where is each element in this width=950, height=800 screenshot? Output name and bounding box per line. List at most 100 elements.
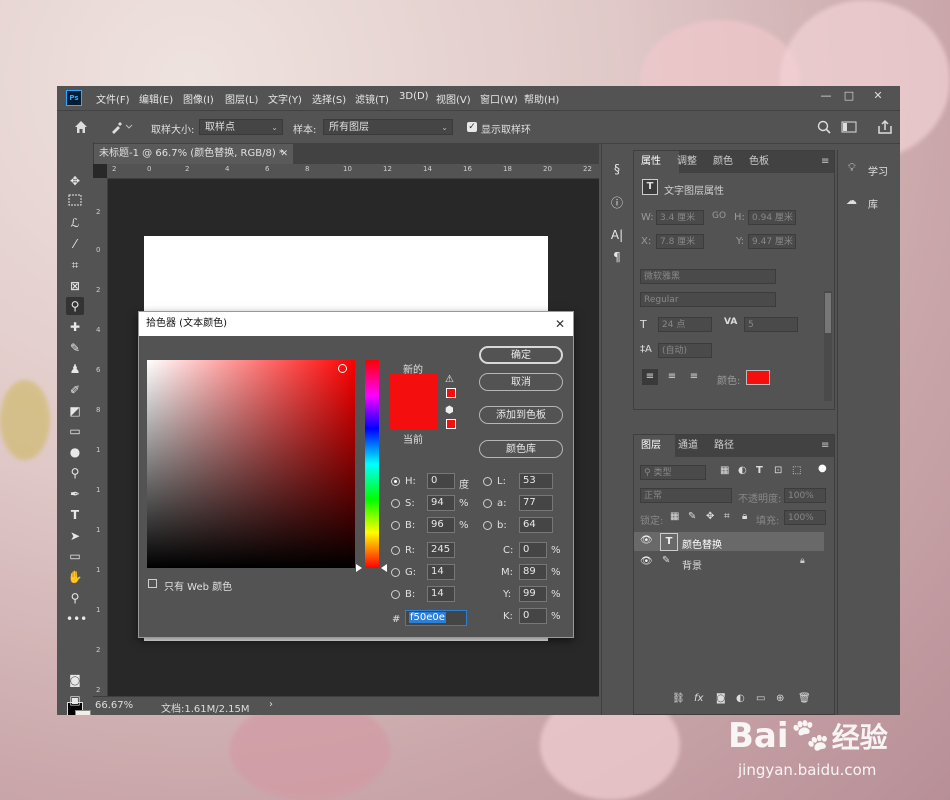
r-radio[interactable] bbox=[391, 546, 400, 555]
maximize-button[interactable]: □ bbox=[838, 88, 860, 104]
c-input[interactable]: 0 bbox=[519, 542, 547, 558]
l-radio[interactable] bbox=[483, 477, 492, 486]
fill-input[interactable]: 100% bbox=[784, 510, 826, 525]
y-input[interactable]: 99 bbox=[519, 586, 547, 602]
brush-tool-icon[interactable]: ✎ bbox=[66, 339, 84, 357]
lock-artboard-icon[interactable]: ⌗ bbox=[724, 511, 730, 522]
align-center-icon[interactable]: ≡ bbox=[664, 369, 680, 385]
minimize-button[interactable]: — bbox=[815, 88, 837, 104]
web-safe-cube-icon[interactable]: ⬢ bbox=[445, 405, 454, 416]
eye-icon[interactable]: 👁︎ bbox=[640, 556, 653, 567]
crop-tool-icon[interactable]: ⌗ bbox=[66, 256, 84, 274]
menu-window[interactable]: 窗口(W) bbox=[480, 91, 518, 106]
group-icon[interactable]: ▭ bbox=[756, 693, 765, 704]
filter-shape-icon[interactable]: ⊡ bbox=[774, 465, 782, 476]
menu-view[interactable]: 视图(V) bbox=[436, 91, 471, 106]
filter-image-icon[interactable]: ▦ bbox=[720, 465, 729, 476]
gamut-warning-swatch[interactable] bbox=[446, 388, 456, 398]
eyedropper-tool-icon[interactable]: ⚲ bbox=[66, 297, 84, 315]
background-color-swatch[interactable] bbox=[75, 710, 91, 715]
lock-pixels-icon[interactable]: ▦ bbox=[670, 511, 679, 522]
y-input[interactable]: 9.47 厘米 bbox=[748, 234, 796, 249]
layer-row[interactable]: 👁︎ ✎ 背景 🔒︎ bbox=[634, 553, 824, 572]
lock-paint-icon[interactable]: ✎ bbox=[688, 511, 696, 522]
opacity-input[interactable]: 100% bbox=[784, 488, 826, 503]
dodge-tool-icon[interactable]: ⚲ bbox=[66, 464, 84, 482]
blur-tool-icon[interactable]: ● bbox=[66, 443, 84, 461]
gradient-tool-icon[interactable]: ▭ bbox=[66, 422, 84, 440]
layer-filter-dropdown[interactable]: ⚲ 类型 bbox=[640, 465, 706, 480]
path-selection-tool-icon[interactable]: ➤ bbox=[66, 527, 84, 545]
close-dialog-icon[interactable]: ✕ bbox=[555, 312, 565, 336]
info-icon[interactable]: ⓘ bbox=[608, 194, 626, 212]
paragraph-icon[interactable]: ¶ bbox=[608, 248, 626, 266]
tab-properties[interactable]: 属性 bbox=[634, 151, 679, 173]
pen-tool-icon[interactable]: ✒ bbox=[66, 485, 84, 503]
align-right-icon[interactable]: ≡ bbox=[686, 369, 702, 385]
menu-select[interactable]: 选择(S) bbox=[312, 91, 346, 106]
document-tab[interactable]: 未标题-1 @ 66.7% (颜色替换, RGB/8) * ✕ bbox=[93, 144, 293, 164]
g-input[interactable]: 14 bbox=[427, 564, 455, 580]
close-window-button[interactable]: ✕ bbox=[867, 88, 889, 104]
tracking-input[interactable]: 5 bbox=[744, 317, 798, 332]
tab-layers[interactable]: 图层 bbox=[634, 435, 675, 457]
fx-icon[interactable]: fx bbox=[694, 693, 703, 704]
tab-paths[interactable]: 路径 bbox=[714, 435, 734, 457]
hue-slider-handle-left[interactable] bbox=[356, 564, 362, 572]
ok-button[interactable]: 确定 bbox=[479, 346, 563, 364]
color-libraries-button[interactable]: 颜色库 bbox=[479, 440, 563, 458]
brightness-radio[interactable] bbox=[391, 521, 400, 530]
cancel-button[interactable]: 取消 bbox=[479, 373, 563, 391]
character-style-icon[interactable]: § bbox=[608, 160, 626, 178]
close-tab-icon[interactable]: ✕ bbox=[280, 144, 288, 164]
zoom-tool-icon[interactable]: ⚲ bbox=[66, 589, 84, 607]
zoom-level[interactable]: 66.67% bbox=[95, 700, 133, 711]
library-button[interactable]: ☁ 库 bbox=[838, 188, 898, 214]
saturation-brightness-field[interactable] bbox=[147, 360, 355, 568]
lock-all-icon[interactable]: 🔒︎ bbox=[742, 511, 747, 522]
hand-tool-icon[interactable]: ✋ bbox=[66, 568, 84, 586]
h-radio[interactable] bbox=[391, 477, 400, 486]
delete-layer-icon[interactable]: 🗑︎ bbox=[798, 693, 811, 704]
b-radio[interactable] bbox=[391, 590, 400, 599]
h-input[interactable]: 0 bbox=[427, 473, 455, 489]
text-color-swatch[interactable] bbox=[746, 370, 770, 385]
hex-input[interactable]: f50e0e bbox=[405, 610, 467, 626]
add-to-swatches-button[interactable]: 添加到色板 bbox=[479, 406, 563, 424]
a-radio[interactable] bbox=[483, 499, 492, 508]
font-family-dropdown[interactable]: 微软雅黑 bbox=[640, 269, 776, 284]
layer-row[interactable]: 👁︎ T 颜色替换 bbox=[634, 532, 824, 551]
menu-edit[interactable]: 编辑(E) bbox=[139, 91, 173, 106]
s-input[interactable]: 94 bbox=[427, 495, 455, 511]
brightness-input[interactable]: 96 bbox=[427, 517, 455, 533]
panel-menu-icon[interactable]: ≡ bbox=[821, 440, 829, 451]
width-input[interactable]: 3.4 厘米 bbox=[656, 210, 704, 225]
k-input[interactable]: 0 bbox=[519, 608, 547, 624]
link-layers-icon[interactable]: ⛓︎ bbox=[672, 693, 685, 704]
s-radio[interactable] bbox=[391, 499, 400, 508]
tab-channels[interactable]: 通道 bbox=[678, 435, 698, 457]
web-colors-only-checkbox[interactable] bbox=[148, 579, 157, 588]
menu-layer[interactable]: 图层(L) bbox=[225, 91, 258, 106]
properties-scrollbar[interactable] bbox=[824, 291, 832, 401]
tab-color[interactable]: 颜色 bbox=[713, 151, 733, 173]
menu-help[interactable]: 帮助(H) bbox=[524, 91, 559, 106]
current-color-swatch[interactable] bbox=[390, 401, 438, 429]
screen-mode-icon[interactable]: ▣ bbox=[66, 691, 84, 709]
r-input[interactable]: 245 bbox=[427, 542, 455, 558]
type-tool-icon[interactable]: T bbox=[66, 506, 84, 524]
marquee-tool-icon[interactable] bbox=[66, 193, 84, 211]
new-layer-icon[interactable]: ⊕ bbox=[776, 693, 784, 704]
frame-tool-icon[interactable]: ⊠ bbox=[66, 277, 84, 295]
share-icon[interactable] bbox=[877, 119, 893, 135]
rectangle-tool-icon[interactable]: ▭ bbox=[66, 547, 84, 565]
menu-type[interactable]: 文字(Y) bbox=[268, 91, 302, 106]
clone-stamp-tool-icon[interactable]: ♟ bbox=[66, 360, 84, 378]
menu-file[interactable]: 文件(F) bbox=[96, 91, 130, 106]
hue-slider-handle-right[interactable] bbox=[381, 564, 387, 572]
web-safe-swatch[interactable] bbox=[446, 419, 456, 429]
l-input[interactable]: 53 bbox=[519, 473, 553, 489]
menu-3d[interactable]: 3D(D) bbox=[399, 91, 429, 102]
home-icon[interactable] bbox=[73, 119, 89, 135]
status-menu-arrow[interactable]: › bbox=[269, 699, 273, 710]
